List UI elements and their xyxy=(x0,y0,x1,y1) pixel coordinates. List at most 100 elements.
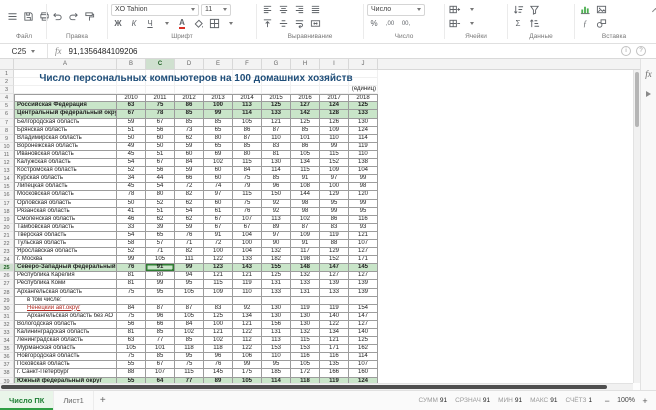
cell-H14[interactable]: 91 xyxy=(291,175,320,184)
cell-H37[interactable]: 105 xyxy=(291,361,320,370)
cell-D36[interactable]: 95 xyxy=(175,353,204,362)
cell-D33[interactable]: 102 xyxy=(175,329,204,338)
cell-F37[interactable]: 99 xyxy=(233,361,262,370)
cell-F19[interactable]: 107 xyxy=(233,215,262,224)
select-all-corner[interactable] xyxy=(0,59,14,69)
cell-E17[interactable]: 60 xyxy=(204,199,233,208)
row-header-30[interactable]: 30 xyxy=(0,304,14,313)
format-painter-button[interactable] xyxy=(82,11,96,23)
cell-D20[interactable]: 59 xyxy=(175,223,204,232)
insert-image-button[interactable] xyxy=(594,4,608,16)
help-icon[interactable] xyxy=(636,46,646,56)
cell-B37[interactable]: 55 xyxy=(117,361,146,370)
cell-E9[interactable]: 80 xyxy=(204,134,233,143)
cell-E22[interactable]: 72 xyxy=(204,239,233,249)
row-header-8[interactable]: 8 xyxy=(0,126,14,135)
cell-A18[interactable]: Рязанская область xyxy=(14,207,117,216)
cell-F27[interactable]: 119 xyxy=(233,280,262,289)
fx-icon[interactable]: fx xyxy=(48,46,69,56)
cell-D37[interactable]: 75 xyxy=(175,361,204,370)
cell-J1[interactable] xyxy=(349,70,378,79)
cell-A6[interactable]: Центральный федеральный округ xyxy=(14,110,117,119)
cell-G18[interactable]: 92 xyxy=(262,207,291,216)
cell-I5[interactable]: 124 xyxy=(320,102,349,111)
cell-I13[interactable]: 109 xyxy=(320,167,349,176)
cell-H9[interactable]: 101 xyxy=(291,134,320,143)
cell-J30[interactable]: 154 xyxy=(349,304,378,313)
cell-J6[interactable]: 133 xyxy=(349,110,378,119)
cell-F5[interactable]: 113 xyxy=(233,102,262,111)
cell-H11[interactable]: 105 xyxy=(291,150,320,160)
cell-C29[interactable] xyxy=(146,296,175,305)
cell-B28[interactable]: 75 xyxy=(117,288,146,297)
cell-J35[interactable]: 162 xyxy=(349,345,378,354)
cell-B23[interactable]: 52 xyxy=(117,248,146,257)
row-header-6[interactable]: 6 xyxy=(0,110,14,119)
cell-D9[interactable]: 62 xyxy=(175,134,204,143)
cell-J5[interactable]: 125 xyxy=(349,102,378,111)
cell-H22[interactable]: 91 xyxy=(291,239,320,249)
cell-C31[interactable]: 96 xyxy=(146,312,175,321)
cell-F15[interactable]: 79 xyxy=(233,183,262,192)
cell-D12[interactable]: 84 xyxy=(175,159,204,168)
row-header-19[interactable]: 19 xyxy=(0,215,14,224)
cell-J38[interactable]: 160 xyxy=(349,369,378,378)
row-header-14[interactable]: 14 xyxy=(0,175,14,184)
cell-F30[interactable]: 92 xyxy=(233,304,262,313)
cell-A27[interactable]: Республика Коми xyxy=(14,280,117,289)
cell-D13[interactable]: 59 xyxy=(175,167,204,176)
sheet-tab-active[interactable]: Число ПК xyxy=(0,391,55,410)
row-header-32[interactable]: 32 xyxy=(0,320,14,329)
redo-button[interactable] xyxy=(66,11,80,23)
cell-D18[interactable]: 54 xyxy=(175,207,204,216)
cell-F10[interactable]: 85 xyxy=(233,142,262,151)
cell-I26[interactable]: 127 xyxy=(320,272,349,281)
cell-C22[interactable]: 57 xyxy=(146,239,175,249)
cell-D15[interactable]: 72 xyxy=(175,183,204,192)
cell-F14[interactable]: 75 xyxy=(233,175,262,184)
cell-J11[interactable]: 110 xyxy=(349,150,378,160)
cell-J17[interactable]: 99 xyxy=(349,199,378,208)
cell-B32[interactable]: 56 xyxy=(117,320,146,329)
column-header-B[interactable]: B xyxy=(117,59,146,69)
cell-H32[interactable]: 130 xyxy=(291,320,320,329)
row-header-28[interactable]: 28 xyxy=(0,288,14,297)
cell-H5[interactable]: 127 xyxy=(291,102,320,111)
cell-H38[interactable]: 172 xyxy=(291,369,320,378)
cell-G8[interactable]: 87 xyxy=(262,126,291,135)
column-header-F[interactable]: F xyxy=(233,59,262,69)
cell-J2[interactable] xyxy=(349,78,378,87)
menu-icon[interactable] xyxy=(5,11,19,23)
cell-C30[interactable]: 87 xyxy=(146,304,175,313)
vertical-scrollbar-thumb[interactable] xyxy=(635,72,639,127)
cell-G3[interactable] xyxy=(262,86,291,95)
cell-D1[interactable] xyxy=(175,70,204,79)
cell-G27[interactable]: 131 xyxy=(262,280,291,289)
cell-A8[interactable]: Брянская область xyxy=(14,126,117,135)
cell-G34[interactable]: 113 xyxy=(262,337,291,346)
cell-J36[interactable]: 114 xyxy=(349,353,378,362)
cell-D34[interactable]: 85 xyxy=(175,337,204,346)
column-header-A[interactable]: A xyxy=(14,59,117,69)
cell-F23[interactable]: 104 xyxy=(233,248,262,257)
cell-D35[interactable]: 118 xyxy=(175,345,204,354)
cell-E13[interactable]: 60 xyxy=(204,167,233,176)
align-right-button[interactable] xyxy=(292,4,306,16)
cell-G23[interactable]: 132 xyxy=(262,248,291,257)
cell-G21[interactable]: 97 xyxy=(262,231,291,240)
underline-button[interactable]: Ч xyxy=(143,18,157,30)
cell-D25[interactable]: 99 xyxy=(175,264,204,273)
cell-B15[interactable]: 45 xyxy=(117,183,146,192)
horizontal-scrollbar-thumb[interactable] xyxy=(1,385,607,389)
cell-H3[interactable] xyxy=(291,86,320,95)
cell-H26[interactable]: 132 xyxy=(291,272,320,281)
cell-C18[interactable]: 51 xyxy=(146,207,175,216)
cell-I37[interactable]: 135 xyxy=(320,361,349,370)
cell-D6[interactable]: 85 xyxy=(175,110,204,119)
cell-C11[interactable]: 51 xyxy=(146,150,175,160)
cell-I11[interactable]: 115 xyxy=(320,150,349,160)
cell-B31[interactable]: 75 xyxy=(117,312,146,321)
cell-F20[interactable]: 67 xyxy=(233,223,262,232)
undo-button[interactable] xyxy=(50,11,64,23)
cell-J14[interactable]: 99 xyxy=(349,175,378,184)
